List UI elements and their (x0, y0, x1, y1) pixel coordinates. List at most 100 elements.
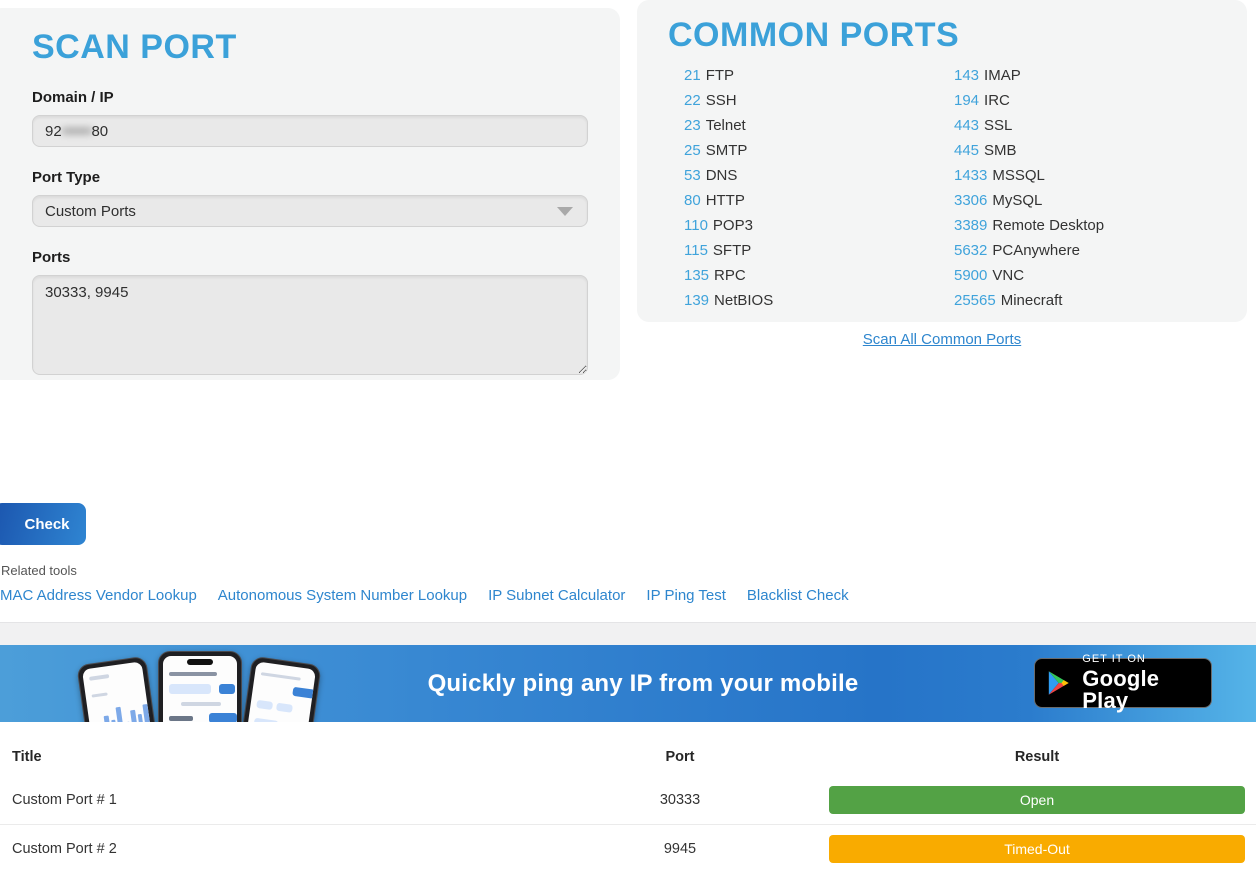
google-play-badge[interactable]: GET IT ON Google Play (1034, 658, 1212, 708)
port-service-name: Remote Desktop (992, 217, 1104, 234)
row-title: Custom Port # 1 (0, 792, 590, 808)
header-port: Port (590, 749, 770, 765)
port-link[interactable]: 143 (954, 67, 979, 84)
related-link-asn-lookup[interactable]: Autonomous System Number Lookup (218, 587, 467, 604)
port-service-name: SMB (984, 142, 1017, 159)
domain-ip-value-suffix: 80 (91, 123, 108, 140)
google-play-icon (1047, 668, 1072, 698)
related-link-mac-address-vendor-lookup[interactable]: MAC Address Vendor Lookup (0, 587, 197, 604)
list-item: 135RPC (684, 267, 773, 292)
port-service-name: NetBIOS (714, 292, 773, 309)
port-link[interactable]: 110 (684, 217, 708, 234)
port-link[interactable]: 25565 (954, 292, 996, 309)
play-badge-small-text: GET IT ON (1082, 654, 1199, 665)
ports-label: Ports (32, 249, 588, 266)
play-badge-large-text: Google Play (1082, 668, 1199, 712)
port-link[interactable]: 445 (954, 142, 979, 159)
port-service-name: IRC (984, 92, 1010, 109)
scan-all-common-ports-link[interactable]: Scan All Common Ports (863, 331, 1021, 348)
port-service-name: FTP (706, 67, 734, 84)
related-tools-nav: MAC Address Vendor Lookup Autonomous Sys… (0, 587, 849, 604)
port-type-select[interactable]: Custom Ports (32, 195, 588, 227)
common-ports-title: COMMON PORTS (668, 16, 1247, 55)
list-item: 22 SSH (684, 92, 773, 117)
port-link[interactable]: 22 (684, 92, 701, 109)
scan-all-wrapper: Scan All Common Ports (637, 331, 1247, 349)
port-service-name: PCAnywhere (992, 242, 1080, 259)
list-item: 80HTTP (684, 192, 773, 217)
port-link[interactable]: 80 (684, 192, 701, 209)
table-row: Custom Port # 2 9945 Timed-Out (0, 824, 1256, 872)
list-item: 194 IRC (954, 92, 1104, 117)
port-service-name: IMAP (984, 67, 1021, 84)
port-link[interactable]: 25 (684, 142, 701, 159)
header-result: Result (770, 749, 1256, 765)
port-service-name: Minecraft (1001, 292, 1063, 309)
domain-ip-input[interactable]: 92•••••••80 (32, 115, 588, 147)
phones-image (85, 650, 310, 722)
section-divider (0, 622, 1256, 645)
banner-headline: Quickly ping any IP from your mobile (428, 670, 859, 698)
chevron-down-icon (557, 207, 573, 216)
port-service-name: POP3 (713, 217, 753, 234)
scan-port-panel: SCAN PORT Domain / IP 92•••••••80 Port T… (0, 8, 620, 380)
port-link[interactable]: 3389 (954, 217, 987, 234)
port-service-name: VNC (992, 267, 1024, 284)
port-type-selected-value: Custom Ports (45, 203, 136, 220)
port-service-name: MSSQL (992, 167, 1045, 184)
domain-ip-redacted-segment: ••••••• (62, 123, 92, 140)
list-item: 139 NetBIOS (684, 292, 773, 317)
common-ports-right-column: 143 IMAP 194 IRC 443 SSL 445 SMB 1433 MSSQL 3… (954, 67, 1104, 317)
list-item: 21 FTP (684, 67, 773, 92)
port-service-name: SSH (706, 92, 737, 109)
port-service-name: SSL (984, 117, 1012, 134)
ports-textarea[interactable]: 30333, 9945 (32, 275, 588, 375)
check-button[interactable]: Check (0, 503, 86, 545)
port-link[interactable]: 194 (954, 92, 979, 109)
table-row: Custom Port # 1 30333 Open (0, 776, 1256, 824)
google-play-text: GET IT ON Google Play (1082, 654, 1199, 712)
results-header-row: Title Port Result (0, 738, 1256, 776)
port-link[interactable]: 443 (954, 117, 979, 134)
port-link[interactable]: 5632 (954, 242, 987, 259)
related-link-blacklist-check[interactable]: Blacklist Check (747, 587, 849, 604)
port-link[interactable]: 3306 (954, 192, 987, 209)
related-tools-label: Related tools (1, 563, 77, 578)
port-link[interactable]: 139 (684, 292, 709, 309)
row-title: Custom Port # 2 (0, 841, 590, 857)
row-port: 9945 (590, 841, 770, 857)
list-item: 53 DNS (684, 167, 773, 192)
port-link[interactable]: 115 (684, 242, 708, 259)
port-link[interactable]: 135 (684, 267, 709, 284)
header-title: Title (0, 749, 590, 765)
status-badge-timeout: Timed-Out (829, 835, 1245, 863)
port-type-label: Port Type (32, 169, 588, 186)
row-port: 30333 (590, 792, 770, 808)
list-item: 443 SSL (954, 117, 1104, 142)
list-item: 3306 MySQL (954, 192, 1104, 217)
list-item: 143 IMAP (954, 67, 1104, 92)
port-link[interactable]: 53 (684, 167, 701, 184)
port-link[interactable]: 23 (684, 117, 701, 134)
domain-ip-value-prefix: 92 (45, 123, 62, 140)
port-service-name: Telnet (706, 117, 746, 134)
port-link[interactable]: 1433 (954, 167, 987, 184)
results-table: Title Port Result Custom Port # 1 30333 … (0, 738, 1256, 872)
list-item: 1433 MSSQL (954, 167, 1104, 192)
common-ports-panel: COMMON PORTS 21 FTP 22 SSH 23 Telnet 25 SMTP… (637, 0, 1247, 322)
list-item: 115SFTP (684, 242, 773, 267)
list-item: 5900 VNC (954, 267, 1104, 292)
port-service-name: DNS (706, 167, 738, 184)
related-link-ip-ping-test[interactable]: IP Ping Test (646, 587, 726, 604)
common-ports-left-column: 21 FTP 22 SSH 23 Telnet 25 SMTP 53 DNS 80HTTP… (684, 67, 773, 317)
list-item: 445 SMB (954, 142, 1104, 167)
status-badge-open: Open (829, 786, 1245, 814)
port-service-name: SMTP (706, 142, 748, 159)
port-link[interactable]: 5900 (954, 267, 987, 284)
port-service-name: MySQL (992, 192, 1042, 209)
port-link[interactable]: 21 (684, 67, 701, 84)
related-link-ip-subnet-calculator[interactable]: IP Subnet Calculator (488, 587, 625, 604)
phone-right-image (234, 656, 321, 722)
scan-port-title: SCAN PORT (32, 28, 588, 67)
domain-ip-label: Domain / IP (32, 89, 588, 106)
